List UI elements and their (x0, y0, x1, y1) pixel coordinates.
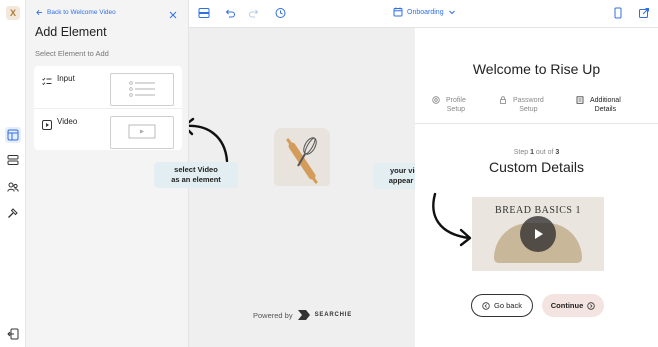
select-video-callout: select Video as an element (154, 162, 238, 188)
step-total: 3 (555, 149, 560, 156)
left-rail: X (0, 0, 26, 347)
flow-name: Onboarding (407, 8, 444, 16)
step-tabs: Profile Setup Password Setup Additional Det… (415, 94, 658, 124)
exit-icon[interactable] (5, 326, 21, 342)
powered-by-label: Powered by (253, 310, 293, 320)
step-label: Setup (446, 106, 466, 113)
open-external-icon[interactable] (637, 6, 651, 20)
powered-by: Powered by SEARCHIE (253, 309, 352, 321)
document-icon (576, 96, 584, 104)
element-list: Input Video (34, 66, 182, 150)
flow-selector[interactable]: Onboarding (393, 7, 456, 17)
history-icon[interactable] (273, 6, 287, 20)
mobile-preview-icon[interactable] (611, 6, 625, 20)
continue-label: Continue (550, 301, 584, 310)
go-back-label: Go back (494, 301, 522, 310)
brand-name: SEARCHIE (314, 312, 353, 318)
chevron-down-icon (448, 10, 455, 15)
go-back-button[interactable]: Go back (471, 294, 533, 317)
hammer-icon[interactable] (5, 205, 21, 221)
callout-line: as an element (171, 175, 221, 184)
lock-icon (500, 96, 506, 104)
close-icon[interactable] (168, 7, 178, 19)
list-check-icon (42, 74, 52, 86)
element-label-input: Input (57, 74, 75, 83)
step-middle: out of (535, 149, 554, 156)
at-icon (432, 96, 440, 104)
video-player[interactable]: BREAD BASICS 1 (472, 197, 604, 271)
rolling-pin-whisk-illustration (274, 128, 330, 186)
panel-subtitle: Select Element to Add (35, 49, 109, 58)
step-counter: Step 1 out of 3 (415, 149, 658, 156)
step-password-setup[interactable]: Password Setup (499, 96, 544, 114)
step-label: Password (513, 97, 544, 104)
step-profile-setup[interactable]: Profile Setup (432, 96, 466, 114)
top-toolbar: Onboarding (189, 0, 658, 28)
step-label: Details (594, 106, 617, 113)
video-title: BREAD BASICS 1 (495, 205, 581, 216)
layout-icon[interactable] (5, 127, 21, 143)
element-label-video: Video (57, 117, 78, 126)
step-additional-details[interactable]: Additional Details (576, 96, 621, 114)
element-card-video[interactable]: Video (34, 108, 182, 150)
play-square-icon (42, 117, 52, 130)
searchie-logo-icon (297, 310, 310, 320)
onboarding-preview: Welcome to Rise Up Profile Setup Password… (415, 28, 658, 347)
arrow-left-circle-icon (482, 301, 490, 310)
continue-button[interactable]: Continue (542, 294, 604, 317)
layers-icon[interactable] (5, 152, 21, 168)
step-label: Profile (446, 97, 466, 104)
step-label: Setup (519, 106, 538, 113)
video-thumbnail (110, 116, 174, 149)
arrow-right-circle-icon (587, 301, 595, 310)
users-icon[interactable] (5, 179, 21, 195)
calendar-icon (393, 7, 403, 17)
sidebar-icon[interactable] (197, 6, 211, 20)
element-card-input[interactable]: Input (34, 66, 182, 108)
undo-icon[interactable] (223, 6, 237, 20)
preview-title: Welcome to Rise Up (472, 61, 601, 77)
step-prefix: Step (513, 149, 529, 156)
back-link-label: Back to Welcome Video (47, 9, 116, 16)
panel-title: Add Element (35, 25, 107, 39)
redo-icon[interactable] (247, 6, 261, 20)
arrow-down-right-icon (432, 192, 472, 247)
step-current: 1 (530, 149, 534, 156)
input-thumbnail (110, 73, 174, 106)
arrow-left-icon (36, 10, 43, 15)
back-to-welcome-video-link[interactable]: Back to Welcome Video (36, 9, 116, 16)
step-label: Additional (590, 97, 621, 104)
play-icon[interactable] (520, 216, 556, 252)
app-logo: X (6, 6, 20, 20)
callout-line: select Video (174, 165, 218, 174)
section-title: Custom Details (489, 159, 584, 175)
